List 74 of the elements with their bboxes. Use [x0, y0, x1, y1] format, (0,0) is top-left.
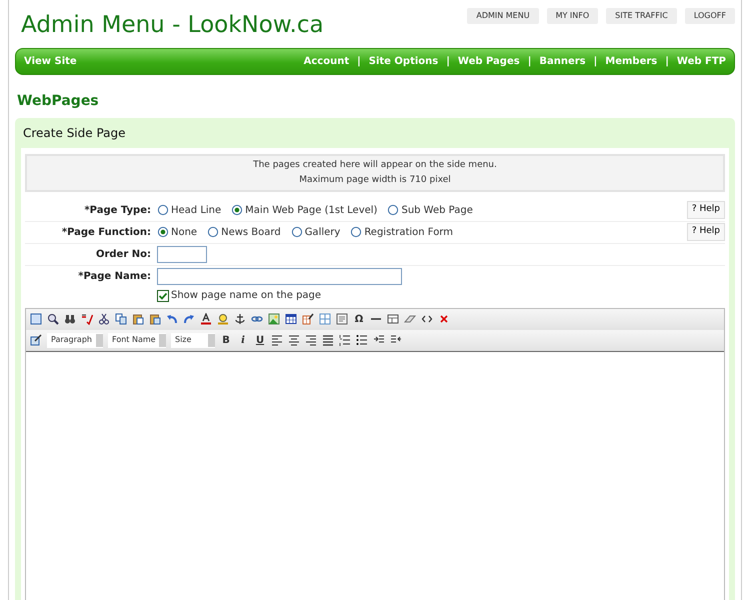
binoculars-icon[interactable]: [64, 313, 76, 326]
radio-label: Head Line: [171, 204, 222, 218]
nav-separator: |: [446, 54, 450, 69]
copy-icon[interactable]: [115, 313, 127, 326]
radio-button[interactable]: [350, 226, 362, 238]
toolbar-dropdown[interactable]: Paragraph: [47, 332, 103, 348]
template-icon[interactable]: [387, 313, 399, 326]
close-icon[interactable]: [438, 313, 450, 326]
magnifier-icon[interactable]: [47, 313, 59, 326]
nav-separator: |: [665, 54, 669, 69]
top-menu-button[interactable]: LOGOFF: [684, 8, 735, 24]
radio-button[interactable]: [207, 226, 220, 238]
checkbox-label: Show page name on the page: [171, 289, 322, 304]
radio-label: None: [171, 226, 198, 240]
scissors-icon[interactable]: [98, 313, 110, 326]
notice-text: Maximum page width is 710 pixel: [298, 174, 452, 187]
clipboard-icon[interactable]: [149, 313, 161, 326]
text-color-icon[interactable]: [200, 313, 212, 326]
rich-text-editor[interactable]: Ω Paragraph Font Name Size B i U: [25, 308, 725, 600]
order-number-field[interactable]: [157, 246, 207, 263]
page-heading: WebPages: [17, 92, 100, 111]
radio-button[interactable]: [157, 226, 169, 238]
format-button[interactable]: U: [254, 332, 266, 348]
format-button[interactable]: i: [237, 332, 249, 348]
numbered-list-icon[interactable]: [339, 334, 351, 346]
radio-label: Main Web Page (1st Level): [245, 204, 378, 218]
clipboard-icon[interactable]: [132, 313, 144, 326]
radio-label: Sub Web Page: [401, 204, 473, 218]
table-icon[interactable]: [285, 313, 297, 326]
field-label: *Page Type:: [83, 204, 152, 218]
radio-label: Registration Form: [364, 226, 453, 240]
special-character-button[interactable]: Ω: [353, 312, 365, 327]
align-center-icon[interactable]: [288, 334, 300, 346]
radio-button[interactable]: [231, 204, 244, 216]
format-button[interactable]: B: [220, 332, 232, 348]
site-title: Admin Menu - LookNow.ca: [20, 11, 324, 40]
spellcheck-icon[interactable]: [81, 313, 93, 326]
radio-label: News Board: [221, 226, 281, 240]
justify-icon[interactable]: [322, 334, 334, 346]
bullet-list-icon[interactable]: [356, 334, 368, 346]
radio-button[interactable]: [290, 226, 303, 238]
nav-separator: |: [594, 54, 598, 69]
radio-button[interactable]: [157, 204, 169, 216]
top-menu-button[interactable]: SITE TRAFFIC: [606, 8, 677, 24]
field-label: Order No:: [94, 248, 152, 262]
anchor-icon[interactable]: [234, 313, 246, 326]
notice-text: The pages created here will appear on the side menu.: [252, 158, 498, 172]
align-right-icon[interactable]: [305, 334, 317, 346]
highlighter-icon[interactable]: [217, 313, 229, 326]
eraser-icon[interactable]: [404, 313, 416, 326]
nav-separator: |: [357, 54, 361, 69]
help-button[interactable]: ? Help: [686, 201, 725, 219]
toolbar-dropdown[interactable]: Font Name: [108, 332, 166, 348]
field-label: *Page Function:: [60, 226, 152, 240]
toolbar-dropdown[interactable]: Size: [171, 332, 215, 348]
help-button[interactable]: ? Help: [686, 223, 725, 241]
field-label: *Page Name:: [77, 270, 152, 284]
checkbox[interactable]: [157, 290, 169, 302]
grid-icon[interactable]: [319, 313, 331, 326]
radio-button[interactable]: [387, 204, 400, 216]
align-left-icon[interactable]: [271, 334, 283, 346]
page-name-field[interactable]: [157, 268, 402, 286]
form-icon[interactable]: [336, 313, 348, 326]
new-page-icon[interactable]: [30, 313, 42, 326]
undo-icon[interactable]: [166, 313, 178, 326]
image-icon[interactable]: [268, 313, 280, 326]
nav-separator: |: [528, 54, 532, 69]
edit-icon[interactable]: [30, 334, 42, 346]
top-menu-button[interactable]: ADMIN MENU: [467, 8, 539, 24]
redo-icon[interactable]: [183, 313, 195, 326]
top-menu-button[interactable]: MY INFO: [546, 8, 598, 24]
table-edit-icon[interactable]: [302, 313, 314, 326]
radio-label: Gallery: [304, 226, 340, 240]
panel-title: Create Side Page: [22, 124, 127, 142]
